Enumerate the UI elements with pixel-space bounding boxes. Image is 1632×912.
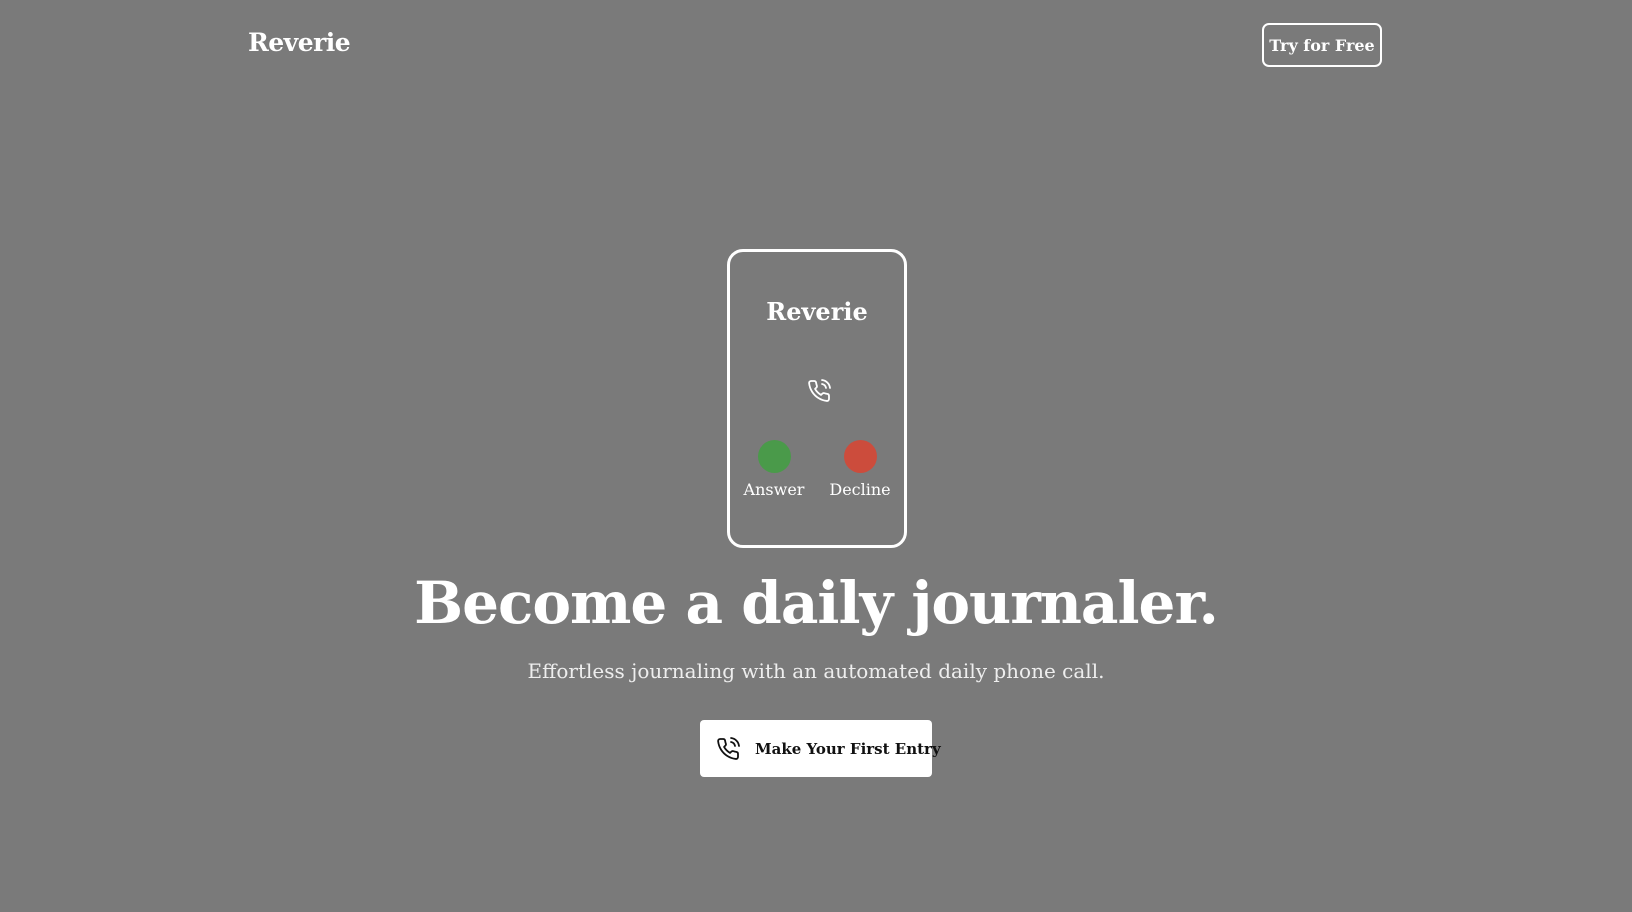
hero-subheadline: Effortless journaling with an automated … bbox=[527, 659, 1105, 683]
answer-label: Answer bbox=[743, 480, 805, 499]
make-first-entry-button[interactable]: Make Your First Entry bbox=[700, 720, 941, 777]
phone-caller-name: Reverie bbox=[766, 297, 868, 326]
phone-call-icon bbox=[717, 736, 740, 760]
phone-call-icon bbox=[808, 379, 831, 402]
answer-button[interactable] bbox=[758, 440, 791, 473]
decline-label: Decline bbox=[829, 480, 891, 499]
hero-headline: Become a daily journaler. bbox=[414, 569, 1219, 637]
decline-button[interactable] bbox=[844, 440, 877, 473]
make-first-entry-label: Make Your First Entry bbox=[755, 739, 941, 758]
brand-logo[interactable]: Reverie bbox=[248, 30, 351, 55]
phone-mockup: Reverie Answer Decline bbox=[727, 249, 907, 548]
try-for-free-button[interactable]: Try for Free bbox=[1262, 23, 1382, 67]
